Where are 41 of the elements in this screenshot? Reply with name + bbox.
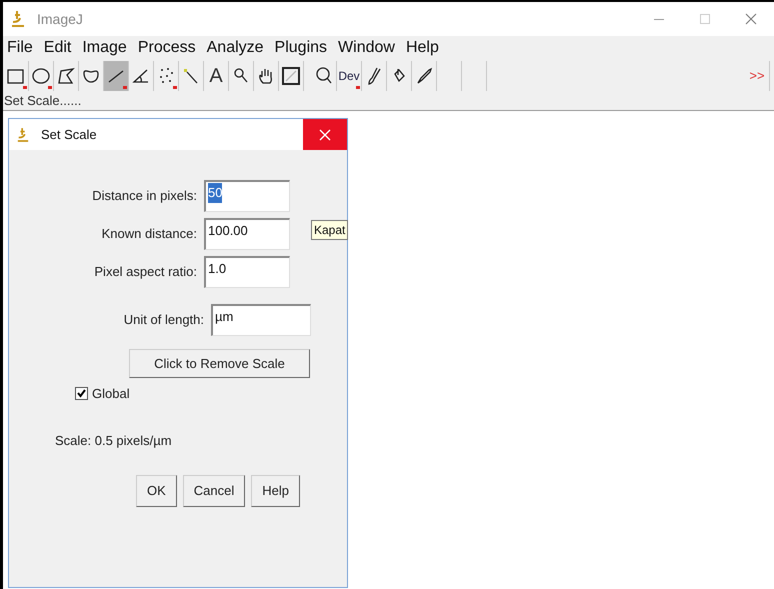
menu-item[interactable]: Window xyxy=(338,36,395,60)
field-value: 100.00 xyxy=(208,222,248,240)
tool-button[interactable]: Dev xyxy=(337,60,362,90)
input-field[interactable]: 1.0 xyxy=(204,256,290,288)
microscope-icon xyxy=(11,10,25,28)
checkbox-label: Global xyxy=(92,385,130,403)
tooltip: Kapat xyxy=(311,220,348,240)
field-label: Known distance: xyxy=(100,225,197,244)
menu-item[interactable]: File xyxy=(7,36,33,60)
menu-item[interactable]: Analyze xyxy=(206,36,264,60)
window-title: ImageJ xyxy=(37,10,83,29)
field-label: Distance in pixels: xyxy=(91,187,197,206)
menu-item[interactable]: Edit xyxy=(44,36,72,60)
checkbox[interactable] xyxy=(75,387,88,400)
dialog-button[interactable]: OK xyxy=(136,475,177,507)
menu-item[interactable]: Process xyxy=(138,36,196,60)
input-field[interactable]: 100.00 xyxy=(204,218,290,250)
color-picker-icon xyxy=(281,66,301,86)
menu-item[interactable]: Image xyxy=(82,36,127,60)
field-label: Pixel aspect ratio: xyxy=(93,263,197,282)
tool-button[interactable] xyxy=(104,60,129,90)
dialog-title: Set Scale xyxy=(41,126,97,144)
input-field[interactable]: 50 xyxy=(204,180,290,212)
field-value: 1.0 xyxy=(208,260,226,278)
field-label: Unit of length: xyxy=(122,311,204,330)
close-icon xyxy=(319,128,331,140)
search-icon xyxy=(314,66,334,86)
polygon-icon xyxy=(56,66,76,86)
dialog-button[interactable]: Help xyxy=(251,475,300,507)
scale-text: Scale: 0.5 pixels/µm xyxy=(55,432,172,450)
input-field[interactable]: µm xyxy=(211,304,311,336)
oval-icon xyxy=(31,66,51,86)
menu-item[interactable]: Plugins xyxy=(274,36,328,60)
dialog-button[interactable]: Cancel xyxy=(182,475,246,507)
field-value: 50 xyxy=(208,183,222,202)
menu-item[interactable]: Help xyxy=(406,36,439,60)
field-value: µm xyxy=(215,308,234,326)
remove-scale-button[interactable]: Click to Remove Scale xyxy=(129,349,310,378)
status-text: Set Scale...... xyxy=(3,92,82,110)
microscope-icon xyxy=(17,126,29,142)
close-button[interactable] xyxy=(303,119,347,150)
